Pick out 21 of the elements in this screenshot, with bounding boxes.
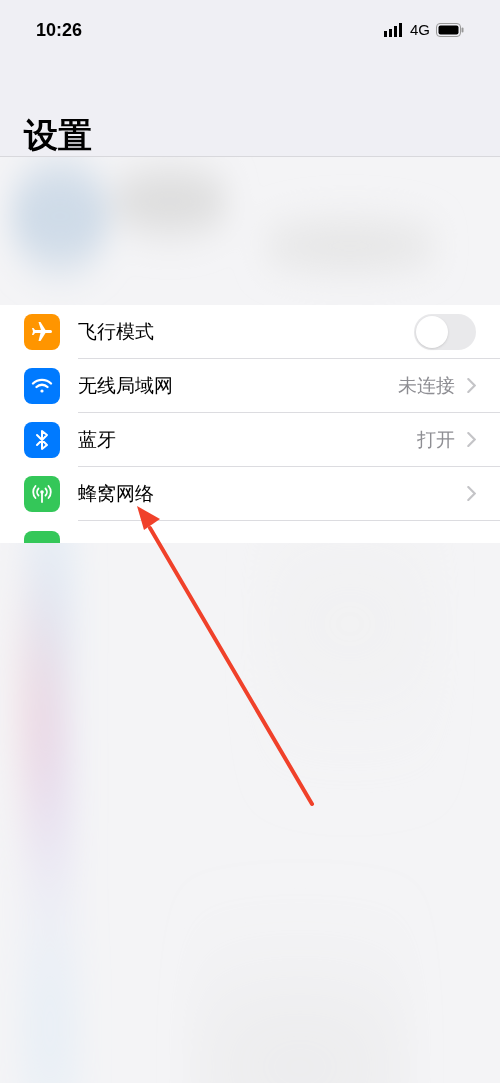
chevron-icon <box>467 432 476 447</box>
row-label: 蓝牙 <box>78 427 117 453</box>
signal-icon <box>384 23 404 37</box>
airplane-icon <box>30 320 54 344</box>
row-value: 未连接 <box>398 373 455 399</box>
chevron-icon <box>467 486 476 501</box>
page-title: 设置 <box>24 118 92 156</box>
settings-row[interactable]: 无线局域网 未连接 <box>0 359 500 413</box>
row-label: 蜂窝网络 <box>78 481 155 507</box>
battery-icon <box>436 23 464 37</box>
settings-row[interactable]: 飞行模式 <box>0 305 500 359</box>
antenna-icon <box>30 482 54 506</box>
status-time: 10:26 <box>36 18 83 42</box>
row-label: 无线局域网 <box>78 373 174 399</box>
chevron-icon <box>467 378 476 393</box>
row-value: 打开 <box>417 427 455 453</box>
network-type: 4G <box>410 19 430 40</box>
toggle-switch[interactable] <box>414 313 476 350</box>
settings-row[interactable]: 蓝牙 打开 <box>0 413 500 467</box>
row-label: 飞行模式 <box>78 319 155 345</box>
settings-row[interactable]: 蜂窝网络 <box>0 467 500 521</box>
